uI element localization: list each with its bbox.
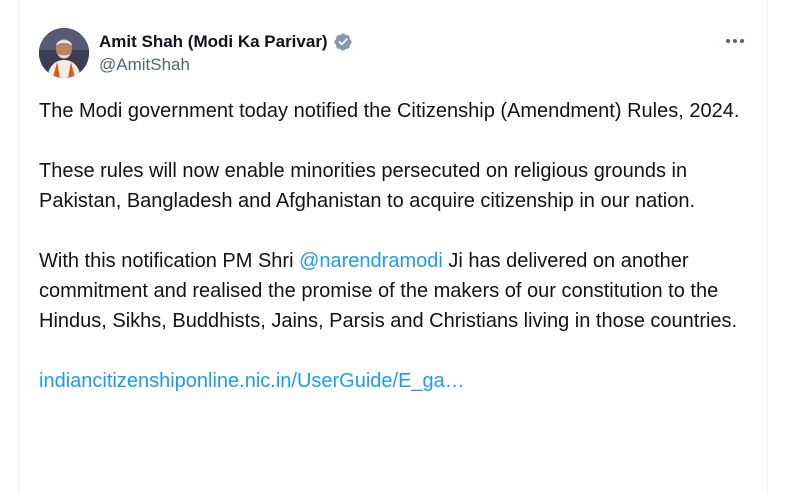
tweet-paragraph-2: These rules will now enable minorities p… <box>39 160 695 212</box>
tweet-paragraph-3: With this notification PM Shri @narendra… <box>39 246 749 336</box>
paragraph-3-text-start: With this notification PM Shri <box>39 250 300 272</box>
avatar-image <box>39 28 89 78</box>
verified-badge-icon[interactable] <box>333 32 353 52</box>
avatar[interactable] <box>39 28 89 78</box>
author-display-name[interactable]: Amit Shah (Modi Ka Parivar) <box>99 32 328 52</box>
more-horizontal-icon <box>726 39 744 43</box>
mention-link[interactable]: @narendramodi <box>299 250 443 272</box>
tweet-link-paragraph: indiancitizenshiponline.nic.in/UserGuide… <box>39 366 749 396</box>
tweet-paragraph-1: The Modi government today notified the C… <box>39 100 740 122</box>
more-options-button[interactable] <box>722 30 748 52</box>
external-link[interactable]: indiancitizenshiponline.nic.in/UserGuide… <box>39 370 465 392</box>
tweet-text: The Modi government today notified the C… <box>39 96 749 426</box>
author-name-row: Amit Shah (Modi Ka Parivar) <box>99 31 353 53</box>
author-handle[interactable]: @AmitShah <box>99 55 190 75</box>
